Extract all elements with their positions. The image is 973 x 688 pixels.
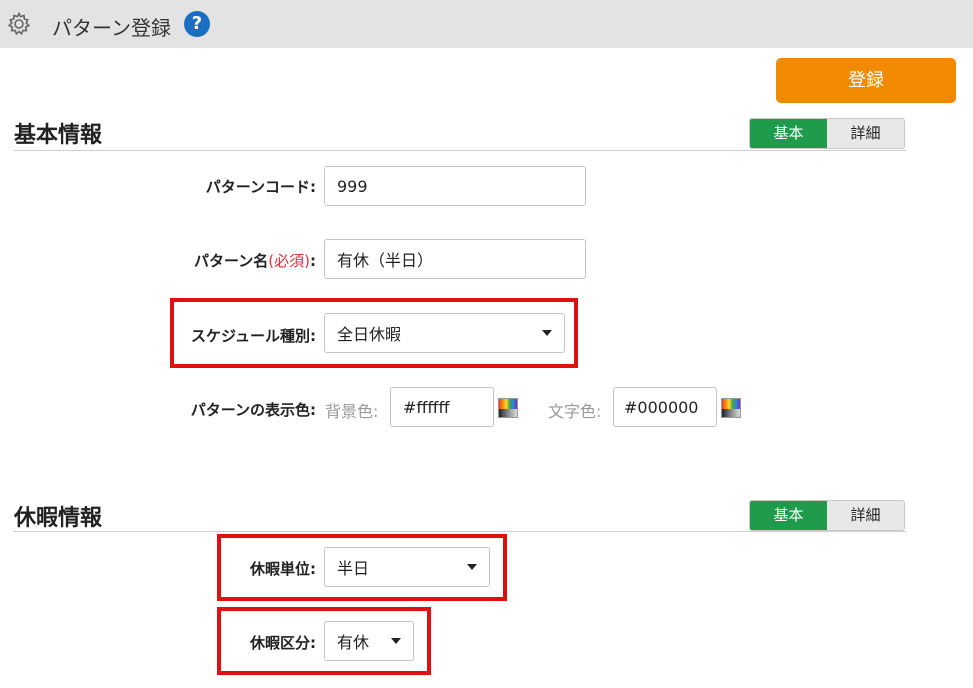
color-palette-icon[interactable] — [498, 398, 518, 418]
background-color-value: #ffffff — [403, 397, 450, 417]
dropdown-caret-icon — [467, 564, 477, 570]
pattern-code-input[interactable]: 999 — [324, 166, 586, 206]
background-color-input[interactable]: #ffffff — [390, 387, 494, 427]
register-button[interactable]: 登録 — [776, 58, 956, 103]
page-title: パターン登録 — [52, 16, 171, 40]
gear-icon[interactable] — [6, 11, 32, 37]
tab-detail[interactable]: 詳細 — [827, 119, 904, 148]
text-color-input[interactable]: #000000 — [613, 387, 717, 427]
pattern-name-label-colon: : — [310, 252, 316, 270]
leave-type-value: 有休 — [337, 633, 370, 652]
tab-detail[interactable]: 詳細 — [827, 501, 904, 530]
schedule-type-label: スケジュール種別: — [191, 327, 316, 345]
required-mark: (必須) — [268, 252, 310, 270]
pattern-name-label: パターン名(必須): — [150, 250, 316, 271]
view-toggle-basic-info: 基本 詳細 — [749, 118, 905, 149]
color-palette-icon[interactable] — [721, 398, 741, 418]
pattern-name-value: 有休（半日） — [337, 251, 434, 270]
leave-unit-label: 休暇単位: — [250, 560, 316, 578]
pattern-code-value: 999 — [337, 176, 368, 196]
leave-type-select[interactable]: 有休 — [324, 621, 414, 661]
display-color-label: パターンの表示色: — [190, 401, 316, 419]
background-color-label: 背景色: — [325, 402, 379, 421]
text-color-label: 文字色: — [548, 402, 602, 421]
section-title-basic-info: 基本情報 — [14, 123, 103, 148]
section-divider — [14, 531, 906, 532]
schedule-type-select[interactable]: 全日休暇 — [324, 313, 565, 353]
pattern-code-label: パターンコード: — [205, 178, 316, 196]
pattern-name-input[interactable]: 有休（半日） — [324, 239, 586, 279]
dropdown-caret-icon — [391, 638, 401, 644]
section-divider — [14, 150, 906, 151]
view-toggle-leave-info: 基本 詳細 — [749, 500, 905, 531]
tab-basic[interactable]: 基本 — [750, 501, 827, 530]
leave-type-label: 休暇区分: — [250, 634, 316, 652]
leave-unit-value: 半日 — [337, 559, 370, 578]
dropdown-caret-icon — [542, 330, 552, 336]
leave-unit-select[interactable]: 半日 — [324, 547, 490, 587]
schedule-type-value: 全日休暇 — [337, 325, 402, 344]
text-color-value: #000000 — [624, 397, 699, 417]
section-title-leave-info: 休暇情報 — [14, 506, 103, 531]
tab-basic[interactable]: 基本 — [750, 119, 827, 148]
help-icon[interactable]: ? — [184, 11, 210, 37]
pattern-name-label-text: パターン名 — [194, 252, 269, 270]
